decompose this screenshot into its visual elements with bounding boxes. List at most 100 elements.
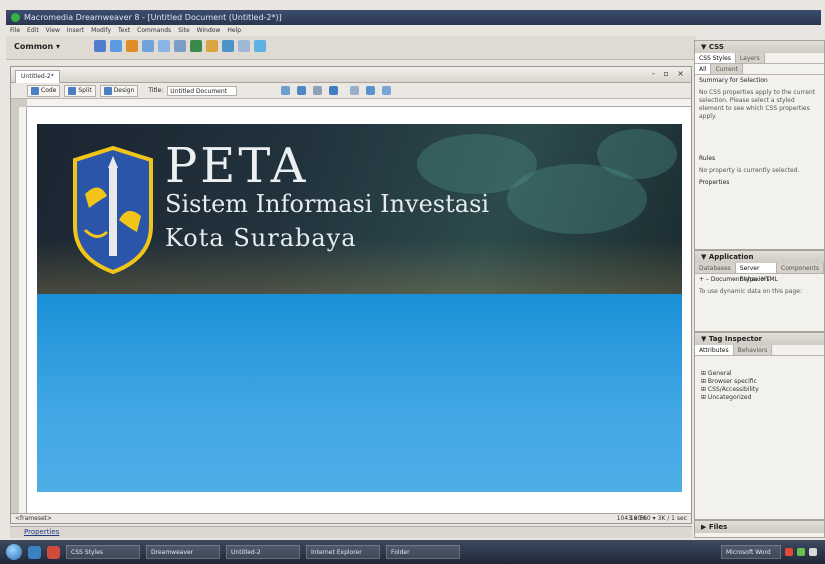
status-bar: <frameset> 100% 1043 x 560 ▾ 3K / 1 sec [11,513,691,523]
banner-city: Kota Surabaya [165,224,357,252]
application-panel-header[interactable]: ▼ Application [695,251,824,263]
tag-chooser-icon[interactable] [254,40,266,52]
file-management-icon[interactable] [281,86,291,95]
banner-subtitle: Sistem Informasi Investasi [165,190,490,218]
refresh-icon[interactable] [350,86,360,95]
document-title-input[interactable]: Untitled Document [167,85,238,96]
category-general[interactable]: ⊞ General [695,370,824,378]
summary-heading: Summary for Selection [699,77,768,84]
vertical-ruler [19,107,27,513]
menu-site[interactable]: Site [178,25,190,36]
menu-modify[interactable]: Modify [91,25,111,36]
category-browser-specific[interactable]: ⊞ Browser specific [695,378,824,386]
document-tab[interactable]: Untitled-2* [15,70,60,83]
properties-heading: Properties [699,179,730,186]
check-page-icon[interactable] [313,86,323,95]
named-anchor-icon[interactable] [126,40,138,52]
menu-commands[interactable]: Commands [137,25,171,36]
templates-icon[interactable] [238,40,250,52]
preview-browser-icon[interactable] [297,86,307,95]
tab-server-behaviors[interactable]: Server Behaviors [735,263,778,283]
tag-selector[interactable]: <frameset> [15,514,52,524]
taskbar-item-folder[interactable]: Folder [386,545,460,559]
menu-file[interactable]: File [10,25,20,36]
menu-insert[interactable]: Insert [67,25,84,36]
tab-attributes[interactable]: Attributes [695,345,734,355]
css-panel-tabs: CSS Styles Layers [695,53,824,64]
tab-layers[interactable]: Layers [735,53,765,63]
split-view-label: Split [78,87,92,94]
browser-pin-icon[interactable] [47,545,60,559]
code-view-label: Code [41,87,57,94]
taskbar-item-untitled[interactable]: Untitled-2 [226,545,300,559]
design-view-button[interactable]: Design [99,84,139,97]
tab-all[interactable]: All [695,64,712,74]
images-icon[interactable] [174,40,186,52]
hyperlink-icon[interactable] [94,40,106,52]
taskbar-item-ie[interactable]: Internet Explorer [306,545,380,559]
insert-category-dropdown[interactable]: Common ▾ [14,42,60,51]
view-options-icon[interactable] [366,86,376,95]
table-icon[interactable] [142,40,154,52]
split-icon [68,86,77,95]
validate-icon[interactable] [329,86,339,95]
code-view-button[interactable]: Code [27,84,61,97]
menu-view[interactable]: View [46,25,60,36]
screen-root: Macromedia Dreamweaver 8 - [Untitled Doc… [0,0,825,564]
tray-network-icon[interactable] [797,548,805,556]
horizontal-ruler [27,99,691,107]
layer-icon[interactable] [158,40,170,52]
insert-toolbar: Common ▾ [6,36,696,60]
tag-inspector-panel: ▼ Tag Inspector Attributes Behaviors ⊞ G… [694,332,825,520]
date-icon[interactable] [206,40,218,52]
application-panel: ▼ Application Databases Server Behaviors… [694,250,825,332]
menu-window[interactable]: Window [197,25,221,36]
tab-behaviors[interactable]: Behaviors [733,345,773,355]
comment-icon[interactable] [222,40,234,52]
map-island-shape [597,129,677,179]
tab-current[interactable]: Current [711,64,743,74]
window-size[interactable]: 1043 x 560 ▾ 3K / 1 sec [617,514,687,524]
taskbar-item-word[interactable]: Microsoft Word [721,545,781,559]
split-view-button[interactable]: Split [64,84,96,97]
title-label: Title: [148,87,164,94]
tray-alert-icon[interactable] [785,548,793,556]
menu-text[interactable]: Text [118,25,130,36]
start-button-icon[interactable] [6,544,22,560]
menu-edit[interactable]: Edit [27,25,39,36]
tag-inspector-header[interactable]: ▼ Tag Inspector [695,333,824,345]
window-titlebar: Macromedia Dreamweaver 8 - [Untitled Doc… [6,10,821,25]
design-view-label: Design [113,87,135,94]
css-subtabs: All Current [695,64,824,75]
css-panel-header[interactable]: ▼ CSS [695,41,824,53]
explorer-pin-icon[interactable] [28,545,41,559]
document-window: Untitled-2* - ▫ × Code Split Design Titl… [10,66,692,524]
rules-heading: Rules [699,155,716,162]
visual-aids-icon[interactable] [382,86,392,95]
tray-volume-icon[interactable] [809,548,817,556]
email-link-icon[interactable] [110,40,122,52]
design-canvas[interactable]: PETA Sistem Informasi Investasi Kota Sur… [27,107,691,513]
taskbar-item-css-styles[interactable]: CSS Styles [66,545,140,559]
menubar: File Edit View Insert Modify Text Comman… [6,25,696,36]
category-css-accessibility[interactable]: ⊞ CSS/Accessibility [695,386,824,394]
banner-title: PETA [165,138,309,194]
taskbar-item-dreamweaver[interactable]: Dreamweaver [146,545,220,559]
code-icon [31,86,39,95]
surabaya-emblem-icon [73,146,153,274]
tab-css-styles[interactable]: CSS Styles [695,53,736,63]
design-icon [103,86,112,95]
tag-inspector-tabs: Attributes Behaviors [695,345,824,356]
tab-components[interactable]: Components [777,263,824,273]
document-toolbar: Code Split Design Title: Untitled Docume… [11,83,691,99]
menu-help[interactable]: Help [227,25,241,36]
window-controls[interactable]: - ▫ × [652,69,687,78]
tab-databases[interactable]: Databases [695,263,736,273]
files-panel-header[interactable]: ▶ Files [695,521,824,533]
category-uncategorized[interactable]: ⊞ Uncategorized [695,394,824,402]
dreamweaver-app-icon [11,13,20,22]
content-frame-blue[interactable] [37,294,682,492]
window-title: Macromedia Dreamweaver 8 - [Untitled Doc… [24,13,282,22]
properties-panel-header[interactable]: Properties [10,526,692,538]
media-icon[interactable] [190,40,202,52]
